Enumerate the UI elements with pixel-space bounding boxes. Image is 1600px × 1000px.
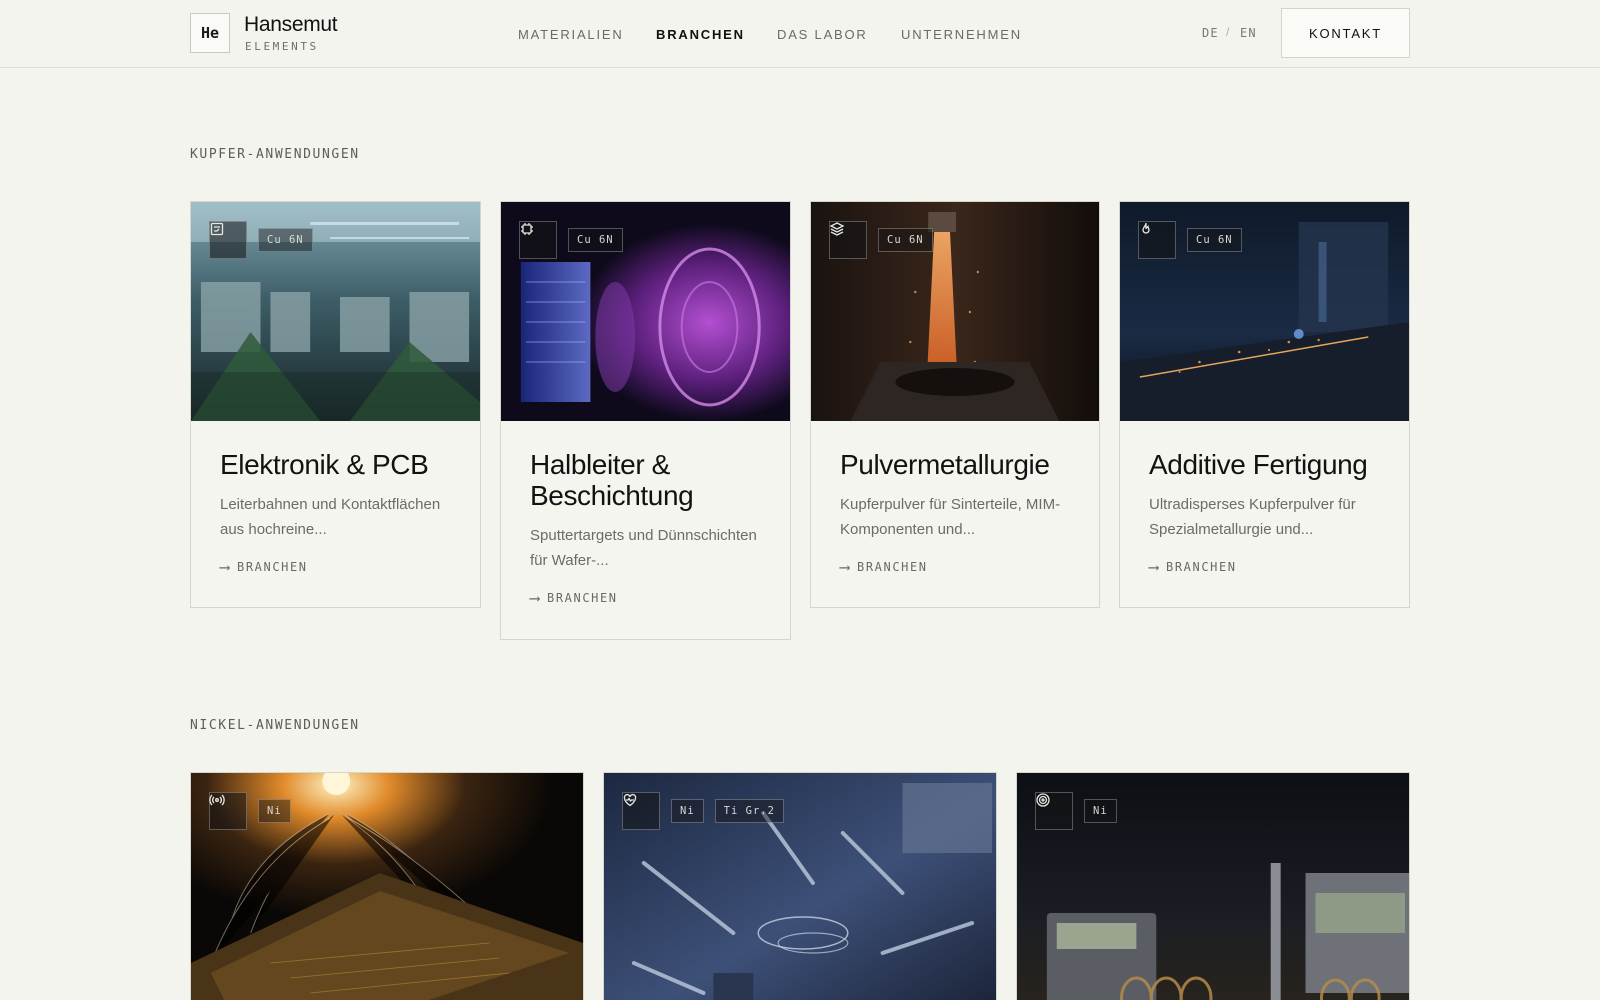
card-link[interactable]: ⟶ BRANCHEN	[530, 589, 761, 607]
card-pulvermetallurgie[interactable]: Cu 6N Pulvermetallurgie Kupferpulver für…	[810, 201, 1100, 608]
card-image-factory: Cu 6N	[191, 202, 480, 421]
card-link-label: BRANCHEN	[857, 560, 928, 574]
card-halbleiter[interactable]: Cu 6N Halbleiter & Beschichtung Sputtert…	[500, 201, 791, 640]
layers-icon	[829, 221, 867, 259]
card-image-calipers: Ni	[1017, 773, 1409, 1000]
card-elektronik[interactable]: Cu 6N Elektronik & PCB Leiterbahnen und …	[190, 201, 481, 608]
chip-icon	[519, 221, 557, 259]
card-description: Ultradisperses Kupferpulver für Spezialm…	[1149, 496, 1356, 538]
nav-item-unternehmen[interactable]: UNTERNEHMEN	[901, 27, 1022, 42]
card-link[interactable]: ⟶ BRANCHEN	[220, 558, 451, 576]
card-link[interactable]: ⟶ BRANCHEN	[840, 558, 1070, 576]
card-link-label: BRANCHEN	[237, 560, 308, 574]
arrow-right-icon: ⟶	[530, 589, 540, 607]
card-description: Sputtertargets und Dünnschichten für Waf…	[530, 527, 757, 569]
heart-pulse-icon	[622, 792, 660, 830]
lang-de[interactable]: DE	[1202, 26, 1219, 40]
lang-en[interactable]: EN	[1240, 26, 1257, 40]
circuit-board-icon	[209, 221, 247, 259]
card-image-chip-glow: Ni	[191, 773, 583, 1000]
card-image-instruments: Ni Ti Gr.2	[604, 773, 996, 1000]
section-title-copper: KUPFER-ANWENDUNGEN	[190, 147, 360, 162]
card-nickel-electronics[interactable]: Ni	[190, 772, 584, 1000]
card-link[interactable]: ⟶ BRANCHEN	[1149, 558, 1380, 576]
arrow-right-icon: ⟶	[220, 558, 230, 576]
nav-item-materialien[interactable]: MATERIALIEN	[518, 27, 624, 42]
contact-button[interactable]: KONTAKT	[1281, 8, 1410, 58]
card-link-label: BRANCHEN	[547, 591, 618, 605]
radio-signal-icon	[209, 792, 247, 830]
material-tag: Ni	[671, 799, 704, 823]
card-image-wafer: Cu 6N	[501, 202, 790, 421]
material-tag: Cu 6N	[878, 228, 933, 252]
target-icon	[1035, 792, 1073, 830]
material-tag: Cu 6N	[1187, 228, 1242, 252]
section-title-nickel: NICKEL-ANWENDUNGEN	[190, 718, 360, 733]
card-description: Leiterbahnen und Kontaktflächen aus hoch…	[220, 496, 441, 538]
material-tag: Ni	[258, 799, 291, 823]
card-title: Elektronik & PCB	[220, 449, 429, 480]
logo-mark[interactable]: He	[190, 13, 230, 53]
card-additive-fertigung[interactable]: Cu 6N Additive Fertigung Ultradisperses …	[1119, 201, 1410, 608]
card-nickel-medical[interactable]: Ni Ti Gr.2	[603, 772, 997, 1000]
card-title: Halbleiter & Beschichtung	[530, 449, 694, 511]
flame-icon	[1138, 221, 1176, 259]
material-tag: Cu 6N	[568, 228, 623, 252]
card-description: Kupferpulver für Sinterteile, MIM-Kompon…	[840, 496, 1061, 538]
nav-item-das-labor[interactable]: DAS LABOR	[777, 27, 868, 42]
material-tag: Ni	[1084, 799, 1117, 823]
material-tag: Cu 6N	[258, 228, 313, 252]
card-title: Additive Fertigung	[1149, 449, 1368, 480]
card-link-label: BRANCHEN	[1166, 560, 1237, 574]
card-image-powder: Cu 6N	[811, 202, 1099, 421]
material-tag: Ti Gr.2	[714, 799, 784, 823]
brand-subtitle: ELEMENTS	[245, 40, 319, 53]
card-title: Pulvermetallurgie	[840, 449, 1050, 480]
arrow-right-icon: ⟶	[840, 558, 850, 576]
arrow-right-icon: ⟶	[1149, 558, 1159, 576]
nav-item-branchen[interactable]: BRANCHEN	[656, 27, 745, 42]
site-header: He Hansemut ELEMENTS MATERIALIEN BRANCHE…	[0, 0, 1600, 68]
card-image-laser: Cu 6N	[1120, 202, 1409, 421]
card-nickel-measurement[interactable]: Ni	[1016, 772, 1410, 1000]
lang-separator: /	[1226, 25, 1230, 39]
brand-name[interactable]: Hansemut	[244, 13, 338, 37]
